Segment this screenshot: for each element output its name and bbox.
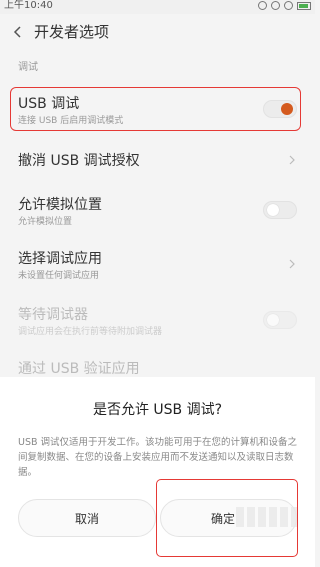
alarm-icon — [258, 1, 267, 10]
setting-row-wait-for-debugger: 等待调试器 调试应用会在执行前等待附加调试器 — [0, 302, 315, 342]
setting-title: 允许模拟位置 — [18, 197, 102, 213]
status-icons — [258, 1, 311, 10]
cancel-button[interactable]: 取消 — [18, 499, 156, 537]
highlight-box — [10, 87, 301, 131]
section-label: 调试 — [18, 62, 38, 73]
status-time: 上午10:40 — [4, 0, 53, 11]
toggle-knob — [267, 204, 279, 216]
wifi-icon — [284, 1, 293, 10]
dialog-message: USB 调试仅适用于开发工作。该功能可用于在您的计算机和设备之间复制数据、在您的… — [18, 437, 298, 478]
setting-subtitle: 调试应用会在执行前等待附加调试器 — [18, 327, 163, 337]
setting-row-select-debug-app[interactable]: 选择调试应用 未设置任何调试应用 — [0, 246, 315, 286]
highlight-box — [156, 479, 298, 557]
status-bar: 上午10:40 — [0, 0, 315, 14]
setting-title: 通过 USB 验证应用 — [18, 361, 140, 377]
page-title: 开发者选项 — [34, 23, 110, 41]
setting-subtitle: 允许模拟位置 — [18, 217, 73, 227]
setting-row-verify-apps-over-usb: 通过 USB 验证应用 — [0, 358, 315, 378]
wait-for-debugger-toggle — [263, 311, 297, 329]
setting-title: 撤消 USB 调试授权 — [18, 153, 140, 169]
setting-subtitle: 未设置任何调试应用 — [18, 271, 100, 281]
chevron-right-icon — [289, 155, 295, 165]
app-header: 开发者选项 — [0, 14, 315, 50]
sync-icon — [271, 1, 280, 10]
battery-icon — [297, 1, 311, 10]
dialog-title: 是否允许 USB 调试? — [92, 402, 223, 418]
toggle-knob — [267, 314, 279, 326]
setting-title: 选择调试应用 — [18, 251, 102, 267]
usb-debugging-dialog: 是否允许 USB 调试? USB 调试仅适用于开发工作。该功能可用于在您的计算机… — [0, 377, 315, 567]
back-arrow-icon[interactable] — [10, 24, 26, 40]
mock-location-toggle[interactable] — [263, 201, 297, 219]
setting-title: 等待调试器 — [18, 307, 88, 323]
chevron-right-icon — [289, 259, 295, 269]
setting-row-revoke-usb-authorizations[interactable]: 撤消 USB 调试授权 — [0, 145, 315, 175]
setting-row-mock-location[interactable]: 允许模拟位置 允许模拟位置 — [0, 192, 315, 232]
